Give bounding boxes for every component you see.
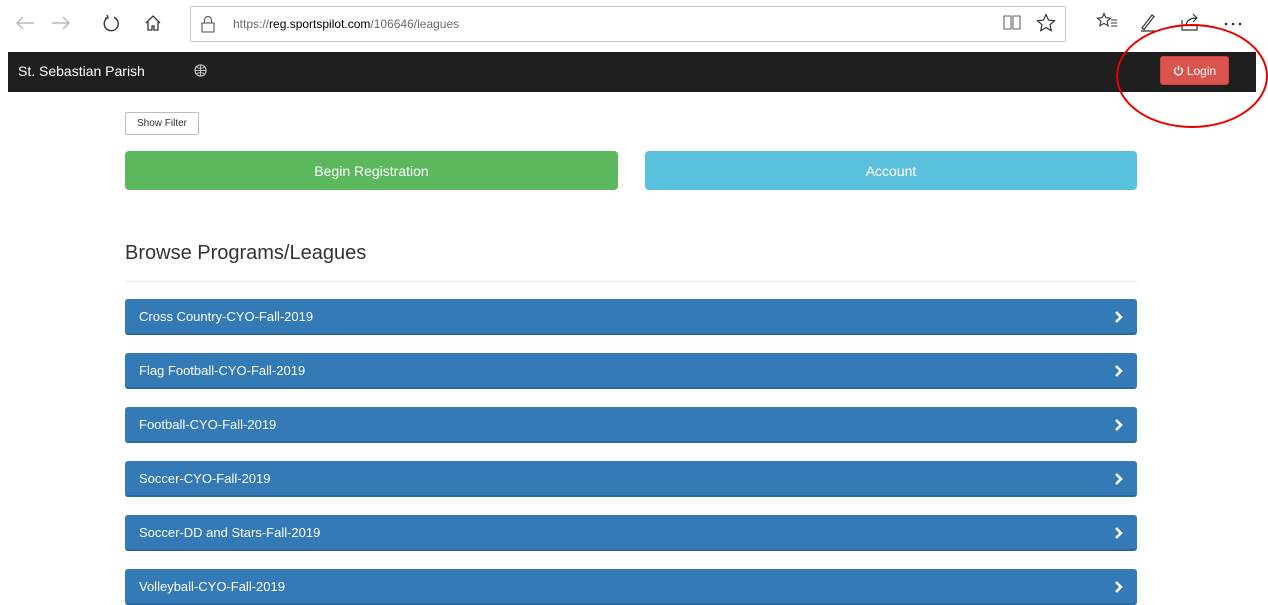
begin-registration-button[interactable]: Begin Registration xyxy=(125,151,618,190)
favorites-list-icon[interactable] xyxy=(1096,12,1118,37)
lock-icon xyxy=(201,15,215,33)
league-item-flag-football[interactable]: Flag Football-CYO-Fall-2019 xyxy=(125,353,1137,389)
login-label: Login xyxy=(1186,63,1217,78)
brand-title[interactable]: St. Sebastian Parish xyxy=(18,63,145,79)
league-item-soccer-cyo[interactable]: Soccer-CYO-Fall-2019 xyxy=(125,461,1137,497)
chevron-right-icon xyxy=(1115,473,1123,485)
login-button[interactable]: Login xyxy=(1160,56,1229,85)
show-filter-button[interactable]: Show Filter xyxy=(125,112,199,135)
league-item-soccer-dd-stars[interactable]: Soccer-DD and Stars-Fall-2019 xyxy=(125,515,1137,551)
more-icon[interactable] xyxy=(1222,12,1244,37)
league-label: Flag Football-CYO-Fall-2019 xyxy=(139,363,306,378)
league-label: Soccer-CYO-Fall-2019 xyxy=(139,471,271,486)
share-icon[interactable] xyxy=(1180,12,1200,37)
league-label: Football-CYO-Fall-2019 xyxy=(139,417,277,432)
browser-toolbar: https://reg.sportspilot.com/106646/leagu… xyxy=(0,0,1268,52)
league-item-football[interactable]: Football-CYO-Fall-2019 xyxy=(125,407,1137,443)
divider xyxy=(125,281,1137,282)
section-title: Browse Programs/Leagues xyxy=(125,242,367,264)
globe-icon[interactable] xyxy=(194,64,207,77)
address-bar[interactable]: https://reg.sportspilot.com/106646/leagu… xyxy=(190,6,1066,42)
forward-icon[interactable] xyxy=(48,10,74,36)
chevron-right-icon xyxy=(1115,365,1123,377)
chevron-right-icon xyxy=(1115,419,1123,431)
league-label: Volleyball-CYO-Fall-2019 xyxy=(139,579,285,594)
league-label: Cross Country-CYO-Fall-2019 xyxy=(139,309,314,324)
chevron-right-icon xyxy=(1115,311,1123,323)
pen-icon[interactable] xyxy=(1138,12,1158,37)
back-icon[interactable] xyxy=(12,10,38,36)
account-button[interactable]: Account xyxy=(645,151,1137,190)
chevron-right-icon xyxy=(1115,527,1123,539)
league-item-cross-country[interactable]: Cross Country-CYO-Fall-2019 xyxy=(125,299,1137,335)
league-label: Soccer-DD and Stars-Fall-2019 xyxy=(139,525,321,540)
url-text: https://reg.sportspilot.com/106646/leagu… xyxy=(233,17,460,31)
site-navbar: St. Sebastian Parish Login xyxy=(8,52,1256,92)
home-icon[interactable] xyxy=(140,10,166,36)
chevron-right-icon xyxy=(1115,581,1123,593)
refresh-icon[interactable] xyxy=(98,10,124,36)
favorite-star-icon[interactable] xyxy=(1036,13,1056,38)
reading-view-icon[interactable] xyxy=(1003,13,1021,36)
power-icon xyxy=(1173,65,1183,76)
